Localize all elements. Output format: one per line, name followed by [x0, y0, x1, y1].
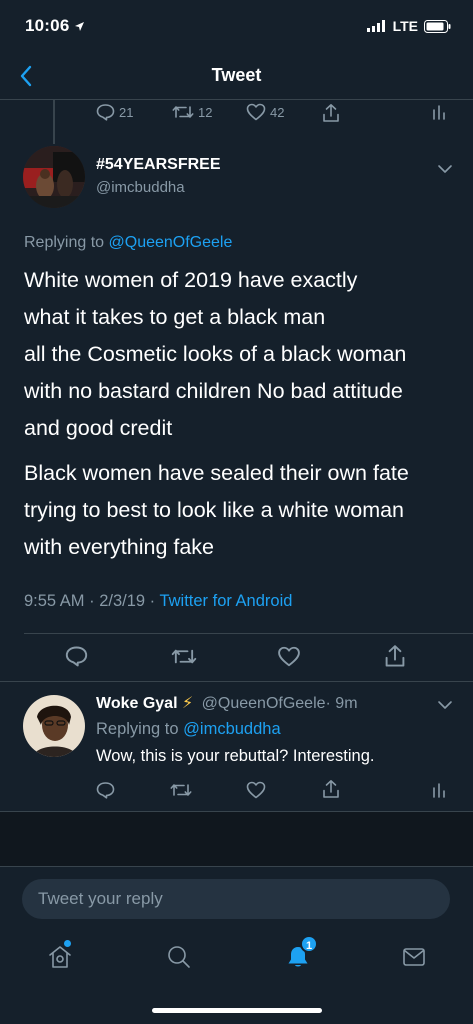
avatar-image — [23, 695, 85, 757]
reply-icon — [96, 782, 115, 799]
status-indicators: LTE — [366, 18, 451, 34]
location-arrow-icon — [74, 21, 85, 32]
page-title: Tweet — [211, 65, 262, 85]
reply-text: Wow, this is your rebuttal? Interesting. — [96, 747, 375, 765]
tab-notifications[interactable]: 1 — [285, 935, 318, 970]
tweet-options-button[interactable] — [437, 163, 453, 175]
reply-icon — [65, 646, 88, 667]
heart-icon — [246, 781, 266, 799]
prev-retweet-count: 12 — [198, 104, 213, 120]
tweet-line: with everything fake — [24, 535, 215, 559]
retweet-icon — [172, 106, 194, 118]
tweet-body: White women of 2019 have exactly what it… — [24, 262, 454, 566]
reply-icon — [96, 104, 115, 121]
divider — [24, 633, 473, 634]
heart-icon — [278, 646, 300, 667]
reply-display-name[interactable]: Woke Gyal — [96, 695, 178, 712]
reply-options-button[interactable] — [437, 699, 453, 711]
empty-space — [0, 812, 473, 866]
reply-like-button[interactable] — [246, 781, 266, 799]
status-time: 10:06 — [25, 16, 85, 36]
share-button[interactable] — [383, 644, 407, 668]
prev-retweet-button[interactable]: 12 — [172, 103, 212, 121]
tweet-line: trying to best to look like a white woma… — [24, 498, 405, 522]
tweet-meta: 9:55 AM · 2/3/19 · Twitter for Android — [24, 592, 292, 611]
signal-icon — [366, 20, 387, 32]
home-unread-dot — [64, 940, 71, 947]
author-display-name[interactable]: #54YEARSFREE — [96, 156, 221, 174]
prev-like-button[interactable]: 42 — [246, 103, 284, 121]
author-avatar[interactable] — [23, 146, 85, 208]
lightning-emoji-icon: ⚡ — [181, 695, 194, 712]
replying-prefix: Replying to — [24, 234, 105, 251]
home-icon — [49, 946, 71, 968]
home-indicator — [152, 1008, 322, 1013]
reply-share-button[interactable] — [321, 779, 341, 799]
tweet-timestamp: 9:55 AM · 2/3/19 · — [24, 592, 156, 610]
reply-button[interactable] — [65, 645, 88, 667]
tab-home[interactable] — [47, 940, 73, 970]
share-icon — [385, 645, 405, 667]
tab-messages[interactable] — [401, 944, 427, 970]
prev-reply-button[interactable]: 21 — [96, 103, 133, 121]
tweet-line: and good credit — [24, 416, 173, 440]
reply-retweet-button[interactable] — [170, 781, 192, 799]
tweet-line: with no bastard children No bad attitude — [24, 379, 403, 403]
retweet-icon — [171, 649, 197, 664]
retweet-button[interactable] — [171, 646, 197, 667]
replying-to-line: Replying to @QueenOfGeele — [24, 234, 232, 252]
reply-analytics-button[interactable] — [432, 782, 446, 798]
replying-to-link[interactable]: @QueenOfGeele — [109, 234, 233, 251]
divider — [0, 681, 473, 682]
chevron-down-icon — [438, 165, 452, 173]
reply-handle[interactable]: @QueenOfGeele — [202, 695, 326, 712]
header: Tweet — [0, 52, 473, 100]
share-icon — [323, 780, 339, 798]
network-label: LTE — [392, 18, 418, 34]
tweet-source-link[interactable]: Twitter for Android — [159, 592, 292, 610]
tweet-line: Black women have sealed their own fate — [24, 461, 409, 485]
tweet-line: all the Cosmetic looks of a black woman — [24, 342, 407, 366]
prev-analytics-button[interactable] — [432, 104, 446, 120]
share-icon — [323, 104, 339, 122]
avatar-image — [23, 146, 85, 208]
notifications-badge: 1 — [300, 935, 318, 953]
analytics-icon — [433, 105, 445, 120]
reply-reply-button[interactable] — [96, 781, 115, 799]
prev-like-count: 42 — [270, 104, 285, 120]
tab-search[interactable] — [166, 944, 192, 970]
reply-placeholder: Tweet your reply — [38, 889, 163, 908]
reply-replying-line: Replying to @imcbuddha — [96, 720, 281, 739]
chevron-down-icon — [438, 701, 452, 709]
reply-time: · 9m — [325, 695, 358, 712]
mail-icon — [403, 948, 425, 966]
heart-icon — [246, 103, 266, 121]
tweet-line: what it takes to get a black man — [24, 305, 326, 329]
reply-header: Woke Gyal ⚡ @QueenOfGeele· 9m — [96, 693, 358, 713]
thread-line — [53, 100, 55, 144]
author-handle[interactable]: @imcbuddha — [96, 179, 185, 196]
prev-reply-count: 21 — [119, 104, 134, 120]
analytics-icon — [433, 783, 445, 798]
search-icon — [168, 946, 190, 968]
like-button[interactable] — [277, 646, 301, 667]
tweet-line: White women of 2019 have exactly — [24, 268, 358, 292]
reply-author-avatar[interactable] — [23, 695, 85, 757]
prev-share-button[interactable] — [321, 103, 341, 123]
reply-replying-prefix: Replying to — [96, 720, 179, 738]
reply-compose-input[interactable]: Tweet your reply — [22, 879, 450, 919]
battery-icon — [424, 19, 451, 33]
retweet-icon — [170, 784, 192, 796]
reply-replying-link[interactable]: @imcbuddha — [183, 720, 280, 738]
